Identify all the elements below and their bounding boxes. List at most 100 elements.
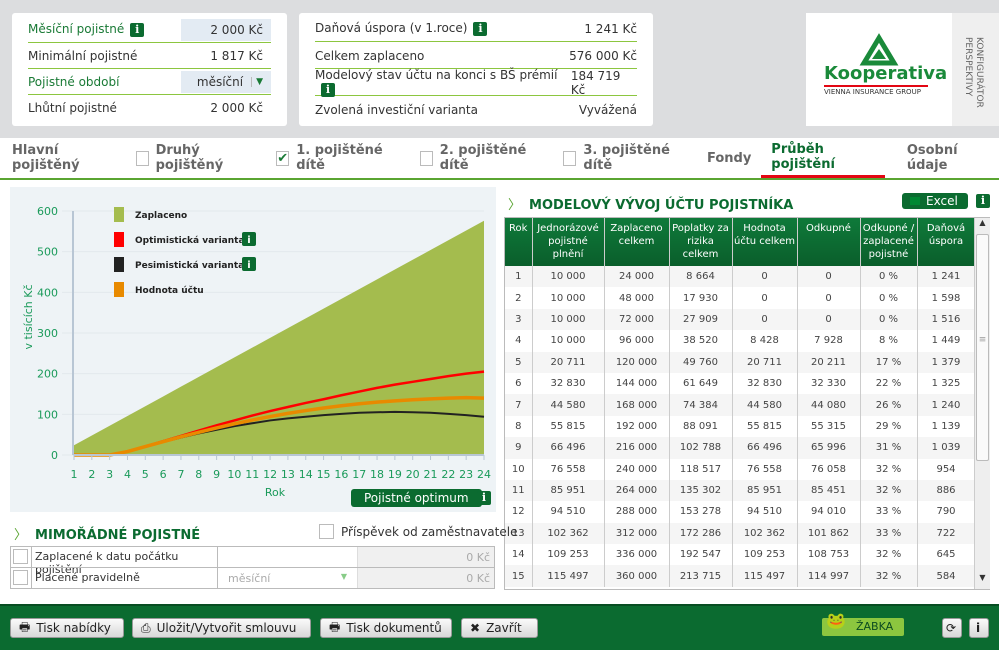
- monthly-premium-row: Měsíční pojistné i 2 000 Kč: [28, 17, 271, 43]
- table-cell: 102 362: [532, 522, 605, 545]
- chart-panel: 0 100 200 300 400 500 600 1 2 3 4 5 6 7 8 9 10 11 12 13 14 15…: [10, 187, 496, 512]
- checkbox[interactable]: [135, 150, 149, 166]
- info-icon[interactable]: i: [130, 22, 145, 37]
- scroll-down-icon[interactable]: ▼: [975, 573, 990, 589]
- column-header[interactable]: Zaplaceno celkem: [604, 218, 670, 266]
- table-row: 6 32 830 144 000 61 649 32 830 32 330 22 % 1 32…: [505, 372, 976, 395]
- print-offer-button[interactable]: 🖶 Tisk nabídky: [10, 618, 124, 638]
- table-cell: 44 080: [797, 394, 861, 416]
- table-cell: 85 951: [532, 479, 605, 502]
- x-tick-label: 17: [352, 468, 366, 481]
- tab-5[interactable]: Fondy: [695, 138, 751, 178]
- table-cell: 31 %: [860, 437, 918, 459]
- scrollbar[interactable]: ▲ ≡ ▼: [974, 218, 990, 589]
- table-cell: 1 325: [917, 372, 976, 395]
- checkbox[interactable]: ✔: [276, 150, 290, 166]
- table-cell: 102 362: [732, 522, 798, 545]
- value-input[interactable]: 0 Kč: [358, 568, 494, 588]
- column-header[interactable]: Odkupné / zaplacené pojistné: [860, 218, 918, 266]
- table-cell: 240 000: [604, 458, 670, 480]
- table-cell: 48 000: [604, 287, 670, 309]
- table-cell: 213 715: [669, 565, 733, 587]
- pojistne-optimum-button[interactable]: Pojistné optimum: [351, 489, 482, 507]
- scroll-up-icon[interactable]: ▲: [975, 218, 990, 234]
- y-tick-label: 400: [37, 286, 58, 299]
- table-cell: 9: [505, 437, 533, 459]
- table-cell: 790: [917, 501, 976, 523]
- tab-7[interactable]: Osobní údaje: [895, 138, 989, 178]
- chevron-down-icon: ▼: [251, 76, 263, 87]
- table-cell: 44 580: [532, 394, 605, 416]
- tab-1[interactable]: Druhý pojištěný: [124, 138, 255, 178]
- column-header[interactable]: Poplatky za rizika celkem: [669, 218, 733, 266]
- tab-3[interactable]: 2. pojištěné dítě: [408, 138, 542, 178]
- scroll-thumb[interactable]: ≡: [976, 234, 989, 461]
- checkbox[interactable]: [13, 570, 28, 585]
- table-cell: 0: [797, 266, 861, 288]
- refresh-icon[interactable]: ⟳: [942, 618, 962, 638]
- zabka-button[interactable]: 🐸 ŽABKA: [822, 612, 904, 636]
- x-tick-label: 12: [263, 468, 277, 481]
- table-cell: 7: [505, 394, 533, 416]
- table-cell: 102 788: [669, 437, 733, 459]
- info-icon[interactable]: i: [321, 82, 335, 97]
- print-documents-button[interactable]: 🖶 Tisk dokumentů: [320, 618, 452, 638]
- table-cell: 264 000: [604, 479, 670, 502]
- table-cell: 55 815: [732, 415, 798, 438]
- label: Lhůtní pojistné: [28, 101, 117, 115]
- tab-4[interactable]: 3. pojištěné dítě: [551, 138, 685, 178]
- tab-label: 1. pojištěné dítě: [296, 143, 383, 173]
- table-cell: 135 302: [669, 479, 733, 502]
- table-cell: 0 %: [860, 287, 918, 309]
- table-cell: 38 520: [669, 330, 733, 352]
- x-tick-label: 14: [299, 468, 313, 481]
- tab-0[interactable]: Hlavní pojištěný: [0, 138, 114, 178]
- table-cell: 108 753: [797, 544, 861, 566]
- table-cell: 10 000: [532, 330, 605, 352]
- premium-summary-panel: Měsíční pojistné i 2 000 Kč Minimální poji…: [12, 13, 287, 126]
- label: Pojistné období: [28, 74, 120, 89]
- legend-label: Hodnota účtu: [135, 285, 204, 296]
- info-icon[interactable]: i: [969, 618, 989, 638]
- column-header[interactable]: Rok: [505, 218, 533, 266]
- column-header[interactable]: Odkupné: [797, 218, 861, 266]
- employer-contribution-checkbox[interactable]: Příspěvek od zaměstnavatele: [319, 524, 517, 539]
- checkbox[interactable]: [13, 549, 28, 564]
- result-summary-panel: Daňová úspora (v 1.roce) i 1 241 Kč Celkem…: [299, 13, 653, 126]
- table-cell: 94 510: [532, 501, 605, 523]
- footer-bar: 🖶 Tisk nabídky ⎙ Uložit/Vytvořit smlouvu 🖶…: [0, 604, 999, 650]
- column-header[interactable]: Jednorázové pojistné plnění: [532, 218, 605, 266]
- checkbox[interactable]: [419, 150, 433, 166]
- table-cell: 1 449: [917, 330, 976, 352]
- table-cell: 17 930: [669, 287, 733, 309]
- column-header[interactable]: Daňová úspora: [917, 218, 976, 266]
- close-button[interactable]: ✖ Zavřít: [461, 618, 538, 638]
- x-tick-label: 16: [334, 468, 348, 481]
- tab-2[interactable]: ✔ 1. pojištěné dítě: [264, 138, 398, 178]
- save-contract-button[interactable]: ⎙ Uložit/Vytvořit smlouvu: [132, 618, 311, 638]
- table-cell: 1 139: [917, 415, 976, 438]
- table-cell: 17 %: [860, 351, 918, 373]
- table-cell: 10 000: [532, 266, 605, 288]
- excel-button[interactable]: Excel: [902, 193, 968, 209]
- x-tick-label: 20: [406, 468, 420, 481]
- account-development-table: Rok Jednorázové pojistné plnění Zaplaceno …: [504, 217, 990, 590]
- label: Daňová úspora (v 1.roce): [315, 21, 468, 36]
- table-cell: 61 649: [669, 372, 733, 395]
- premium-period-select[interactable]: měsíční ▼: [181, 70, 271, 93]
- table-cell: 26 %: [860, 394, 918, 416]
- value: 1 817 Kč: [210, 48, 263, 63]
- x-tick-label: 8: [195, 468, 202, 481]
- value-input[interactable]: 0 Kč: [358, 547, 494, 567]
- x-tick-label: 24: [477, 468, 491, 481]
- period-select[interactable]: měsíční ▼: [218, 568, 358, 588]
- info-icon[interactable]: i: [477, 491, 491, 505]
- monthly-premium-input[interactable]: 2 000 Kč: [181, 18, 271, 41]
- label: Minimální pojistné: [28, 48, 138, 63]
- tab-6[interactable]: Průběh pojištění: [761, 138, 885, 178]
- info-icon[interactable]: i: [473, 21, 488, 36]
- table-cell: 7 928: [797, 330, 861, 352]
- checkbox[interactable]: [563, 150, 577, 166]
- info-icon[interactable]: i: [976, 194, 990, 208]
- column-header[interactable]: Hodnota účtu celkem: [732, 218, 798, 266]
